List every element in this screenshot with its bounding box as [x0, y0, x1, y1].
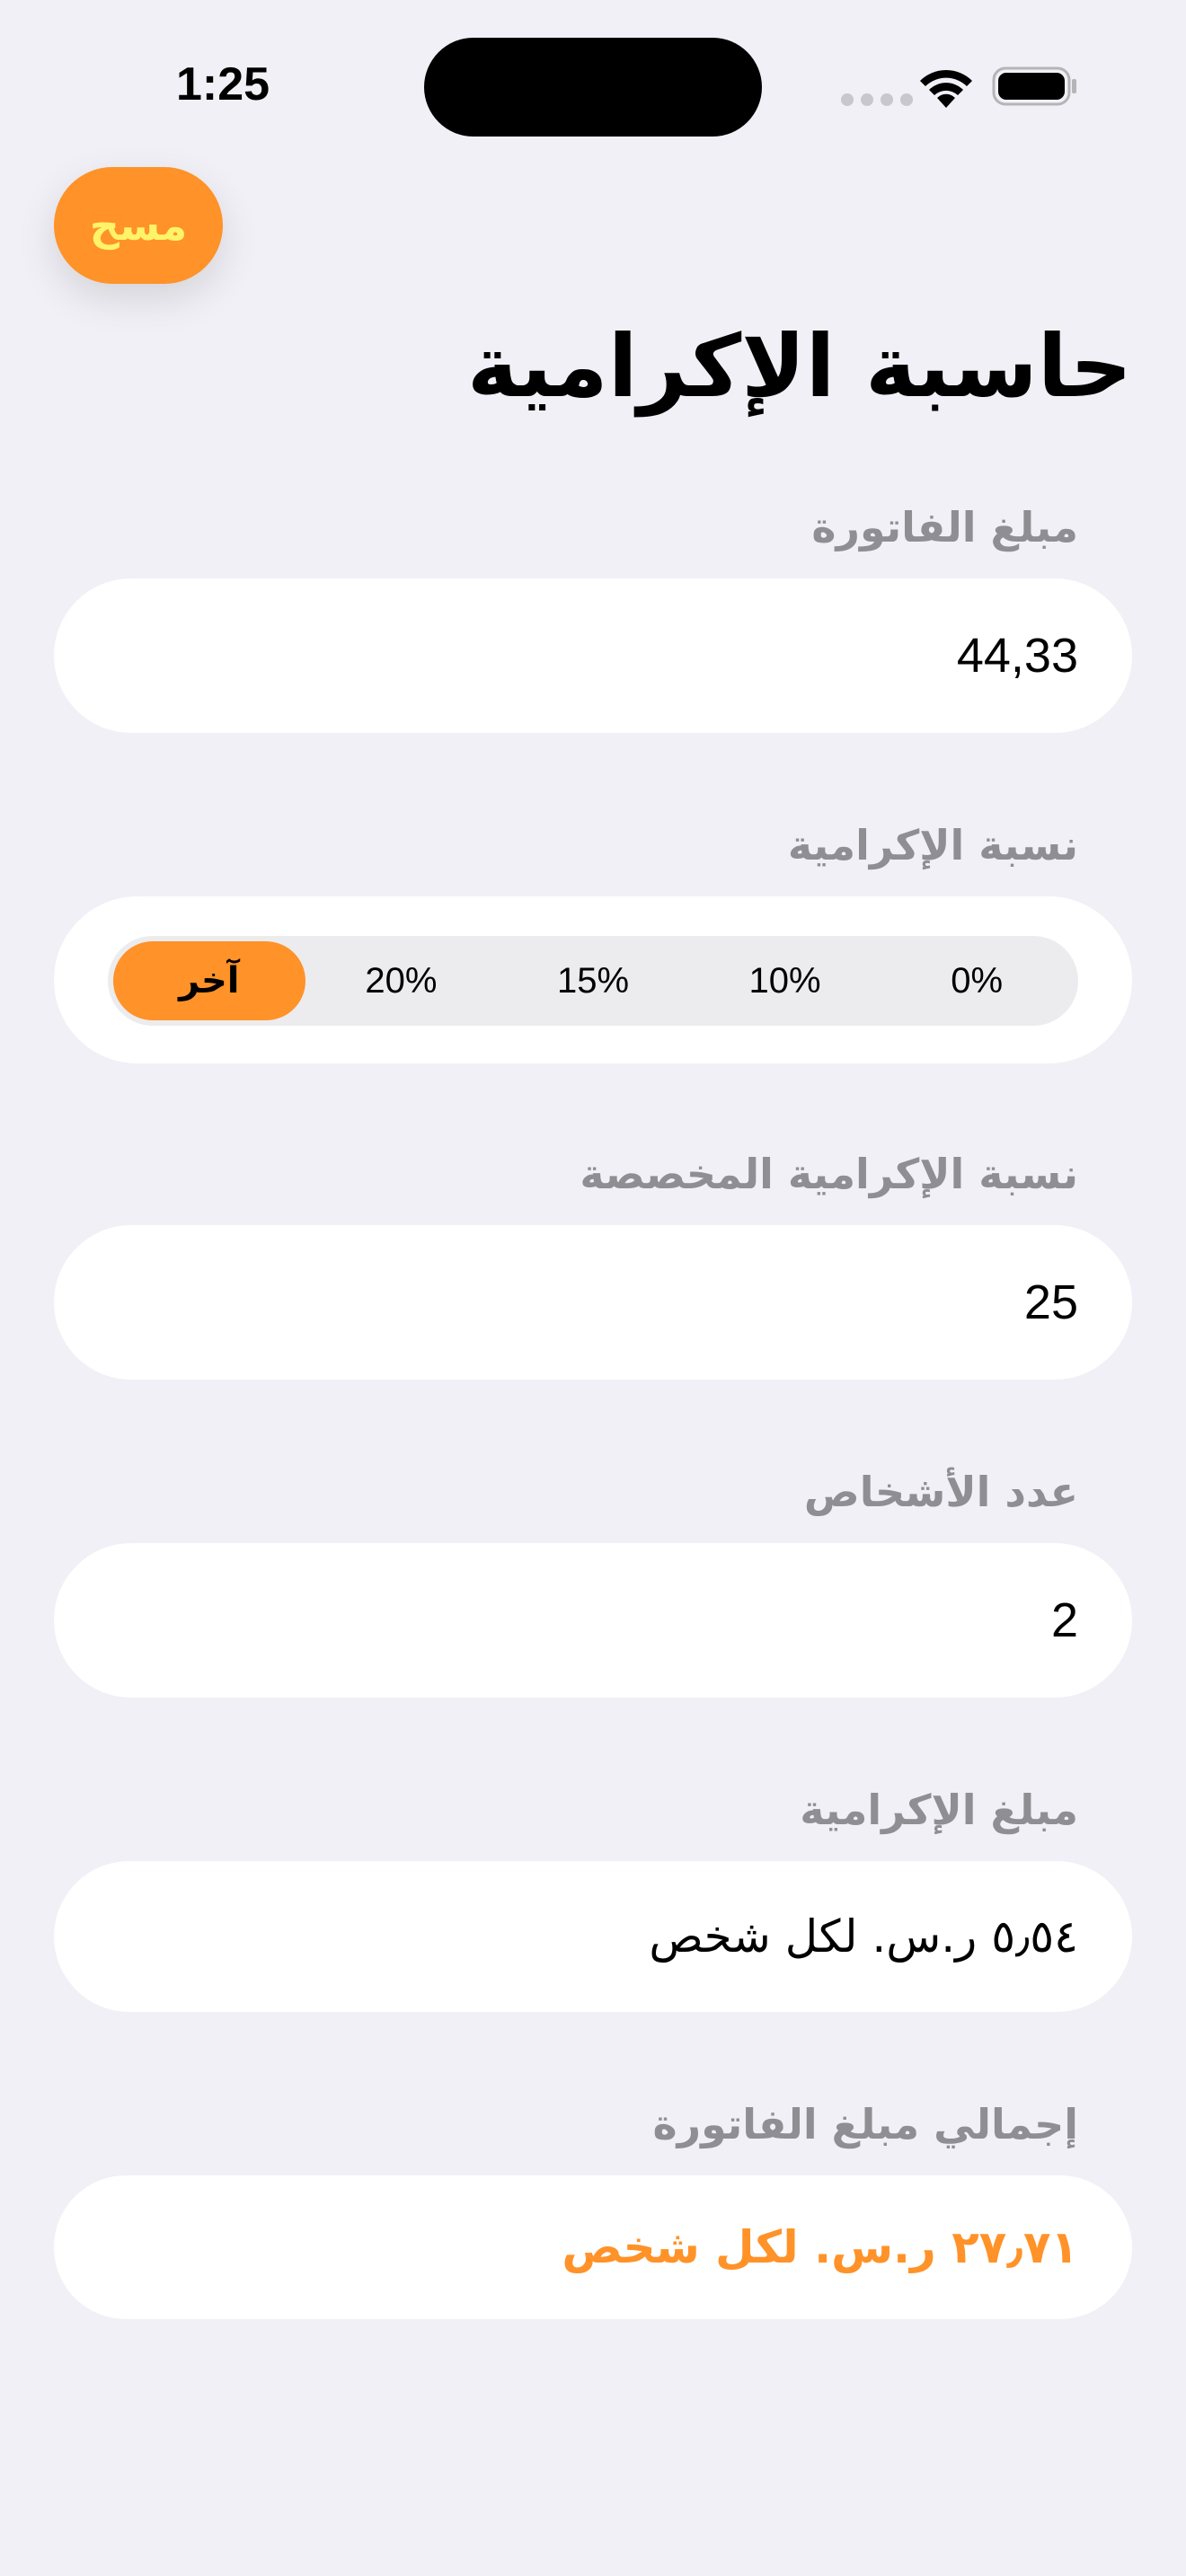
tip-option-other[interactable]: آخر	[113, 941, 305, 1020]
bill-amount-label: مبلغ الفاتورة	[811, 503, 1078, 551]
tip-option-10[interactable]: 10%	[689, 941, 881, 1020]
cellular-signal-icon	[841, 93, 913, 106]
clear-button-label: مسح	[89, 201, 188, 250]
total-bill-card: ٢٧٫٧١ ر.س. لكل شخص	[54, 2175, 1132, 2319]
tip-amount-label: مبلغ الإكرامية	[800, 1786, 1078, 1834]
tip-calculator-screen: 1:25 مسح حاسبة الإكرامية مبلغ الفاتورة ن…	[0, 0, 1186, 2576]
status-time: 1:25	[176, 58, 270, 110]
total-bill-label: إجمالي مبلغ الفاتورة	[652, 2100, 1079, 2148]
custom-tip-input[interactable]	[108, 1225, 1078, 1380]
tip-percentage-segmented-control[interactable]: آخر 20% 15% 10% 0%	[108, 936, 1078, 1026]
dynamic-island	[424, 38, 762, 137]
page-title: حاسبة الإكرامية	[466, 316, 1132, 417]
custom-tip-field[interactable]	[54, 1225, 1132, 1380]
tip-amount-card: ٥٫٥٤ ر.س. لكل شخص	[54, 1861, 1132, 2012]
bill-amount-input[interactable]	[108, 578, 1078, 733]
people-count-input[interactable]	[108, 1543, 1078, 1698]
tip-percentage-label: نسبة الإكرامية	[787, 821, 1078, 869]
tip-option-20[interactable]: 20%	[305, 941, 498, 1020]
people-count-label: عدد الأشخاص	[803, 1468, 1078, 1516]
wifi-icon	[920, 69, 972, 108]
tip-amount-value: ٥٫٥٤ ر.س. لكل شخص	[649, 1910, 1078, 1963]
people-count-field[interactable]	[54, 1543, 1132, 1698]
bill-amount-field[interactable]	[54, 578, 1132, 733]
total-bill-value: ٢٧٫٧١ ر.س. لكل شخص	[562, 2221, 1078, 2273]
tip-option-15[interactable]: 15%	[497, 941, 689, 1020]
custom-tip-label: نسبة الإكرامية المخصصة	[580, 1150, 1078, 1198]
tip-option-0[interactable]: 0%	[881, 941, 1073, 1020]
clear-button[interactable]: مسح	[54, 167, 223, 284]
battery-icon	[992, 66, 1076, 106]
